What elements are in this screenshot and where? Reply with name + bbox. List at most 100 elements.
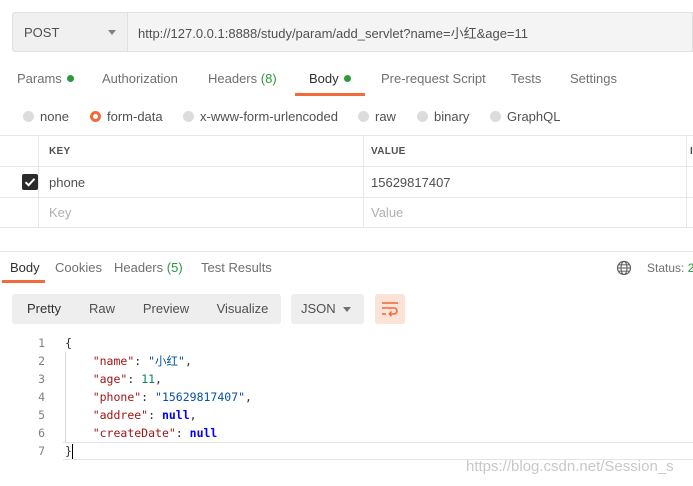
response-tab-cookies[interactable]: Cookies xyxy=(55,254,102,282)
code-text: "createDate": null xyxy=(65,424,218,442)
radio-raw[interactable]: raw xyxy=(358,104,396,128)
tab-settings[interactable]: Settings xyxy=(570,64,617,94)
response-tabs: Body Cookies Headers (5) Test Results xyxy=(0,254,693,284)
line-number: 3 xyxy=(38,372,45,386)
column-header-value: VALUE xyxy=(371,145,406,157)
status-label: Status: xyxy=(647,261,685,275)
tab-count-badge: (5) xyxy=(166,260,183,275)
url-input[interactable]: http://127.0.0.1:8888/study/param/add_se… xyxy=(128,12,693,52)
tab-pre-request-script[interactable]: Pre-request Script xyxy=(381,64,486,94)
response-tab-headers[interactable]: Headers (5) xyxy=(114,254,183,282)
view-pretty-button[interactable]: Pretty xyxy=(12,294,76,324)
key-input[interactable]: Key xyxy=(49,198,71,227)
tab-body[interactable]: Body xyxy=(309,64,351,94)
code-token-punc: , xyxy=(189,408,197,422)
request-tabs: Params Authorization Headers (8) Body Pr… xyxy=(0,64,693,96)
code-token-punc: , xyxy=(184,354,192,368)
code-token-str: "小红" xyxy=(148,354,185,368)
line-number: 2 xyxy=(38,354,45,368)
code-token-punc xyxy=(65,408,93,422)
radio-label: none xyxy=(40,108,69,124)
table-header-row: KEY VALUE I xyxy=(0,136,693,167)
radio-binary[interactable]: binary xyxy=(417,104,469,128)
tab-label: Settings xyxy=(570,71,617,86)
line-number: 4 xyxy=(38,390,45,404)
chevron-down-icon xyxy=(343,307,351,312)
code-token-kw: null xyxy=(161,408,190,422)
radio-x-www-form-urlencoded[interactable]: x-www-form-urlencoded xyxy=(183,104,338,128)
watermark: https://blog.csdn.net/Session_s xyxy=(466,458,674,475)
radio-icon xyxy=(417,110,428,122)
row-enabled-checkbox[interactable] xyxy=(22,174,38,190)
code-text: "phone": "15629817407", xyxy=(65,388,252,406)
radio-icon xyxy=(183,110,194,122)
tab-label: Authorization xyxy=(102,71,178,86)
code-line: 3 "age": 11, xyxy=(0,370,693,388)
view-raw-button[interactable]: Raw xyxy=(76,294,128,324)
line-number: 6 xyxy=(38,426,45,440)
active-tab-indicator xyxy=(2,280,45,283)
active-tab-indicator xyxy=(295,93,365,96)
globe-icon[interactable] xyxy=(616,260,632,276)
radio-graphql[interactable]: GraphQL xyxy=(490,104,560,128)
method-label: POST xyxy=(24,24,60,40)
key-cell[interactable]: phone xyxy=(49,167,85,197)
code-token-punc: , xyxy=(245,390,252,404)
code-token-key: "addree" xyxy=(92,408,149,422)
code-token-punc: : xyxy=(134,354,149,368)
tab-label: Headers xyxy=(208,71,258,86)
tab-count-badge: (8) xyxy=(260,71,277,86)
code-line: 5 "addree": null, xyxy=(0,406,693,424)
tab-authorization[interactable]: Authorization xyxy=(102,64,178,94)
code-token-punc: : xyxy=(127,372,142,386)
code-token-key: "phone" xyxy=(92,390,142,404)
code-token-key: "createDate" xyxy=(92,426,176,440)
code-token-num: 11 xyxy=(141,372,156,386)
code-token-punc xyxy=(65,354,93,368)
format-select[interactable]: JSON xyxy=(291,294,364,324)
tab-label: Pre-request Script xyxy=(381,71,486,86)
code-token-punc xyxy=(65,372,93,386)
value-cell[interactable]: 15629817407 xyxy=(371,167,451,197)
view-visualize-button[interactable]: Visualize xyxy=(204,294,281,324)
code-text: } xyxy=(65,442,72,460)
code-token-key: "age" xyxy=(92,372,128,386)
chevron-down-icon xyxy=(108,30,116,35)
response-tab-test-results[interactable]: Test Results xyxy=(201,254,272,282)
radio-none[interactable]: none xyxy=(23,104,69,128)
format-label: JSON xyxy=(301,301,336,316)
form-data-table: KEY VALUE I phone 15629817407 Key Value xyxy=(0,135,693,228)
tab-label: Tests xyxy=(511,71,542,86)
tab-label: Headers xyxy=(114,260,164,275)
radio-label: binary xyxy=(434,108,470,124)
line-number: 5 xyxy=(38,408,45,422)
wrap-lines-icon xyxy=(382,302,398,317)
code-line: 2 "name": "小红", xyxy=(0,352,693,370)
radio-label: raw xyxy=(375,108,396,124)
code-token-key: "name" xyxy=(92,354,135,368)
line-number: 1 xyxy=(38,336,45,350)
method-select[interactable]: POST xyxy=(12,12,128,52)
code-line: 1{ xyxy=(0,334,693,352)
code-token-punc: } xyxy=(65,444,72,458)
code-text: "age": 11, xyxy=(65,370,162,388)
text-cursor xyxy=(72,444,73,459)
checkmark-icon xyxy=(24,178,36,187)
code-token-punc xyxy=(65,390,93,404)
section-divider xyxy=(0,251,693,252)
view-preview-button[interactable]: Preview xyxy=(128,294,204,324)
value-input[interactable]: Value xyxy=(371,198,403,227)
tab-tests[interactable]: Tests xyxy=(511,64,541,94)
code-text: "name": "小红", xyxy=(65,352,192,370)
tab-params[interactable]: Params xyxy=(17,64,74,94)
response-body-viewer[interactable]: 1{2 "name": "小红", 3 "age": 11, 4 "phone": … xyxy=(0,334,693,462)
column-header-key: KEY xyxy=(49,145,71,157)
radio-form-data[interactable]: form-data xyxy=(90,104,163,128)
response-tab-body[interactable]: Body xyxy=(10,254,40,282)
radio-icon xyxy=(358,110,369,122)
tab-label: Body xyxy=(309,71,339,86)
tab-headers[interactable]: Headers (8) xyxy=(208,64,277,94)
code-token-kw: null xyxy=(189,426,218,440)
table-row-new: Key Value xyxy=(0,198,693,228)
wrap-lines-button[interactable] xyxy=(375,294,405,324)
